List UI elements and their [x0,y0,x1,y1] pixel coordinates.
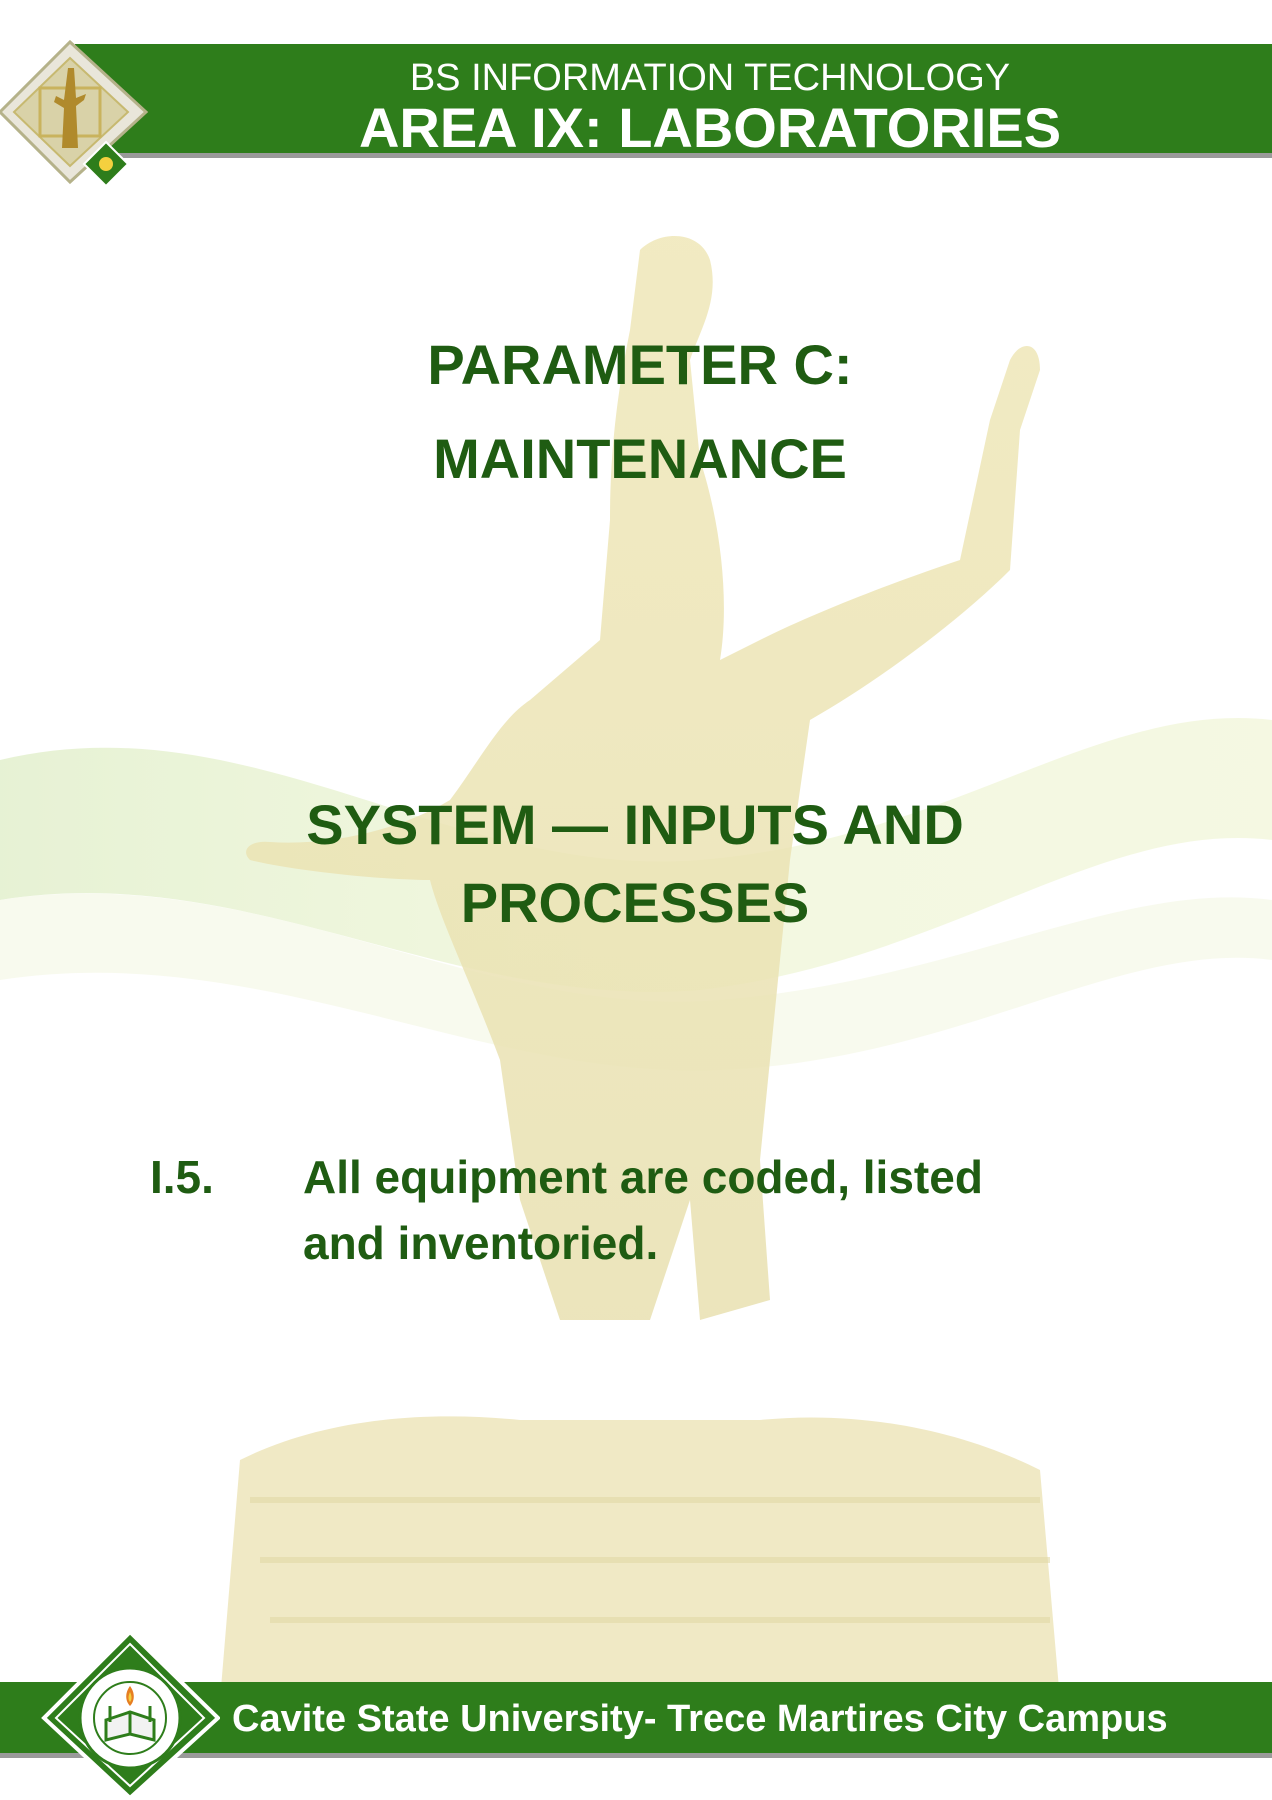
section-line-1: SYSTEM — INPUTS AND [306,793,964,856]
campus-name: Cavite State University- Trece Martires … [232,1698,1168,1740]
parameter-line-1: PARAMETER C: [427,333,853,396]
indicator-line-1: All equipment are coded, listed [303,1151,983,1203]
parameter-heading: PARAMETER C: MAINTENANCE [300,318,980,506]
indicator-line-2: and inventoried. [303,1217,659,1269]
parameter-line-2: MAINTENANCE [433,427,847,490]
university-seal-icon [41,1630,220,1800]
area-title: AREA IX: LABORATORIES [358,96,1062,159]
section-line-2: PROCESSES [460,871,810,934]
program-name: BS INFORMATION TECHNOLOGY [409,57,1011,99]
university-statue-logo-icon [0,39,149,188]
indicator-number: I.5. [150,1151,214,1203]
section-heading: SYSTEM — INPUTS AND PROCESSES [240,786,1030,942]
indicator-text: All equipment are coded, listed and inve… [303,1144,1103,1276]
document-page: BS INFORMATION TECHNOLOGY AREA IX: LABOR… [0,0,1272,1800]
